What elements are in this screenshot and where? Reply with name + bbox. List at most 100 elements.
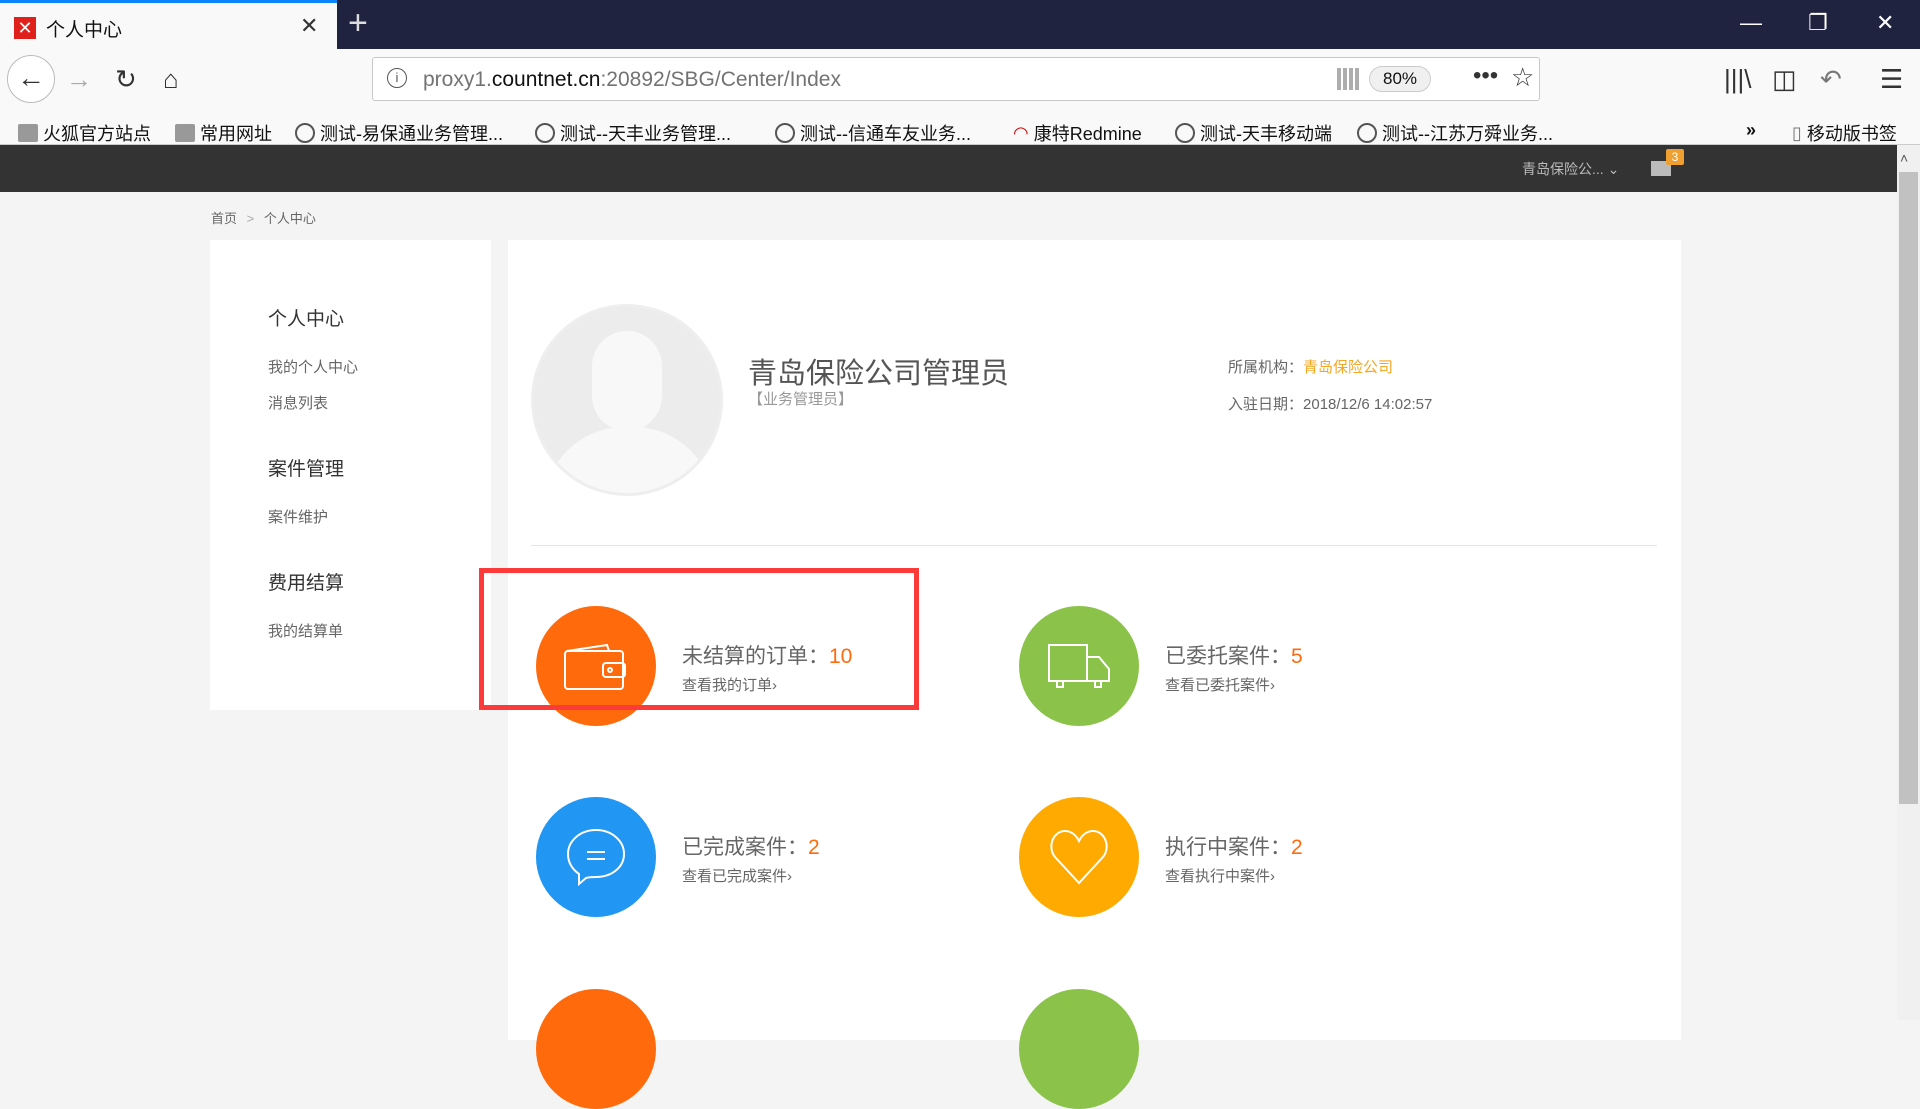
date-value: 2018/12/6 14:02:57 xyxy=(1303,396,1433,413)
sidebar-item-case-maintenance[interactable]: 案件维护 xyxy=(268,506,328,527)
minimize-icon[interactable]: — xyxy=(1740,10,1762,36)
undo-icon[interactable]: ↶ xyxy=(1820,64,1842,95)
mobile-bookmarks[interactable]: ▯ 移动版书签 xyxy=(1792,120,1897,146)
bookmark-item[interactable]: 测试-易保通业务管理... xyxy=(295,120,503,146)
info-icon[interactable]: i xyxy=(387,68,407,88)
profile-name: 青岛保险公司管理员 xyxy=(748,358,1010,390)
globe-icon xyxy=(1357,123,1377,143)
forward-icon[interactable]: → xyxy=(66,64,92,95)
card-title: 已完成案件：2 xyxy=(682,831,820,861)
bookmark-label: 常用网址 xyxy=(200,124,272,144)
avatar xyxy=(531,304,723,496)
card-in-progress-cases[interactable]: 执行中案件：2 查看执行中案件› xyxy=(1019,797,1439,917)
card-entrusted-cases[interactable]: 已委托案件：5 查看已委托案件› xyxy=(1019,606,1439,726)
divider xyxy=(531,545,1657,546)
user-menu[interactable]: 青岛保险公... ⌄ xyxy=(1522,159,1619,179)
bookmark-label: 测试-天丰移动端 xyxy=(1200,124,1332,144)
sidebar-group-title: 费用结算 xyxy=(268,573,345,594)
url-text[interactable]: proxy1.countnet.cn:20892/SBG/Center/Inde… xyxy=(423,68,841,92)
heart-icon xyxy=(1019,797,1139,917)
scrollbar-thumb[interactable] xyxy=(1899,172,1918,804)
avatar-body xyxy=(544,427,714,493)
breadcrumb: 首页 > 个人中心 xyxy=(211,208,316,227)
window-close-icon[interactable]: ✕ xyxy=(1876,10,1894,36)
reload-icon[interactable]: ↻ xyxy=(115,64,137,95)
site-header: 青岛保险公... ⌄ 3 xyxy=(0,145,1897,192)
phone-icon: ▯ xyxy=(1792,122,1802,143)
bookmark-item[interactable]: 测试--江苏万舜业务... xyxy=(1357,120,1553,146)
bookmark-item[interactable]: 测试--天丰业务管理... xyxy=(535,120,731,146)
library-icon[interactable]: |||\ xyxy=(1724,64,1752,95)
back-icon[interactable]: ← xyxy=(7,55,55,103)
bookmark-label: 移动版书签 xyxy=(1806,124,1897,144)
restore-icon[interactable]: ❐ xyxy=(1808,10,1828,36)
card-completed-cases[interactable]: 已完成案件：2 查看已完成案件› xyxy=(536,797,956,917)
folder-icon xyxy=(18,124,38,142)
globe-icon xyxy=(295,123,315,143)
more-actions-icon[interactable]: ••• xyxy=(1473,62,1498,90)
card-link-text: 查看已委托案件 xyxy=(1165,677,1271,694)
scroll-up-icon[interactable]: ˄ xyxy=(1900,150,1908,166)
card-link[interactable]: 查看已完成案件› xyxy=(682,865,792,886)
sidebar-toggle-icon[interactable]: ◫ xyxy=(1772,64,1797,95)
new-tab-icon[interactable]: + xyxy=(348,4,368,43)
card-label: 已委托案件： xyxy=(1165,645,1291,668)
date-label: 入驻日期： xyxy=(1228,396,1304,413)
bookmarks-bar: 火狐官方站点 常用网址 测试-易保通业务管理... 测试--天丰业务管理... … xyxy=(0,118,1920,145)
chevron-down-icon: ⌄ xyxy=(1607,161,1620,177)
breadcrumb-separator: > xyxy=(246,211,255,226)
tab-active[interactable]: ✕ 个人中心 ✕ xyxy=(0,0,337,49)
bookmark-item[interactable]: 常用网址 xyxy=(175,120,272,146)
qr-code-icon[interactable] xyxy=(1337,68,1359,90)
card-label: 已完成案件： xyxy=(682,836,808,859)
card-circle-partial xyxy=(1019,989,1139,1109)
bookmark-item[interactable]: 火狐官方站点 xyxy=(18,120,151,146)
sidebar-item-my-statements[interactable]: 我的结算单 xyxy=(268,620,343,641)
bookmark-item[interactable]: 测试-天丰移动端 xyxy=(1175,120,1332,146)
profile-role: 【业务管理员】 xyxy=(748,391,854,408)
truck-icon xyxy=(1019,606,1139,726)
chevron-right-icon: › xyxy=(1270,677,1276,694)
chevron-right-icon: › xyxy=(1270,868,1276,885)
tab-title: 个人中心 xyxy=(46,20,123,41)
sidebar-item-my-center[interactable]: 我的个人中心 xyxy=(268,356,358,377)
card-link[interactable]: 查看执行中案件› xyxy=(1165,865,1275,886)
home-icon[interactable]: ⌂ xyxy=(163,64,179,95)
card-count: 2 xyxy=(808,836,820,859)
breadcrumb-home[interactable]: 首页 xyxy=(211,211,237,226)
url-path: :20892/SBG/Center/Index xyxy=(600,68,841,91)
sidebar-item-messages[interactable]: 消息列表 xyxy=(268,392,328,413)
bookmark-label: 测试--江苏万舜业务... xyxy=(1382,124,1553,144)
url-bar[interactable]: i proxy1.countnet.cn:20892/SBG/Center/In… xyxy=(372,57,1540,101)
bookmark-label: 测试--天丰业务管理... xyxy=(560,124,731,144)
bookmark-label: 火狐官方站点 xyxy=(43,124,151,144)
url-host: countnet.cn xyxy=(491,68,601,91)
globe-icon xyxy=(1175,123,1195,143)
bookmark-item[interactable]: ◠ 康特Redmine xyxy=(1013,120,1142,146)
unread-badge: 3 xyxy=(1666,149,1684,165)
user-name: 青岛保险公... xyxy=(1522,161,1604,177)
bookmark-star-icon[interactable]: ☆ xyxy=(1511,62,1534,93)
sidebar: 个人中心 我的个人中心 消息列表 案件管理 案件维护 费用结算 我的结算单 xyxy=(210,240,491,710)
bookmark-item[interactable]: 测试--信通车友业务... xyxy=(775,120,971,146)
folder-icon xyxy=(175,124,195,142)
menu-icon[interactable]: ☰ xyxy=(1880,64,1903,95)
card-link[interactable]: 查看已委托案件› xyxy=(1165,674,1275,695)
card-title: 已委托案件：5 xyxy=(1165,640,1303,670)
card-link-text: 查看已完成案件 xyxy=(682,868,788,885)
bookmark-label: 康特Redmine xyxy=(1033,124,1142,144)
card-title: 执行中案件：2 xyxy=(1165,831,1303,861)
card-label: 执行中案件： xyxy=(1165,836,1291,859)
zoom-level-button[interactable]: 80% xyxy=(1369,66,1431,92)
card-count: 2 xyxy=(1291,836,1303,859)
tab-strip: ✕ 个人中心 ✕ + — ❐ ✕ xyxy=(0,0,1920,49)
bookmarks-overflow-icon[interactable]: » xyxy=(1746,120,1756,141)
card-circle-partial xyxy=(536,989,656,1109)
sidebar-group-title: 个人中心 xyxy=(268,309,345,330)
card-count: 5 xyxy=(1291,645,1303,668)
chevron-right-icon: › xyxy=(787,868,793,885)
tab-close-icon[interactable]: ✕ xyxy=(300,13,318,39)
bookmark-label: 测试-易保通业务管理... xyxy=(320,124,503,144)
avatar-head xyxy=(592,331,662,431)
globe-icon xyxy=(535,123,555,143)
